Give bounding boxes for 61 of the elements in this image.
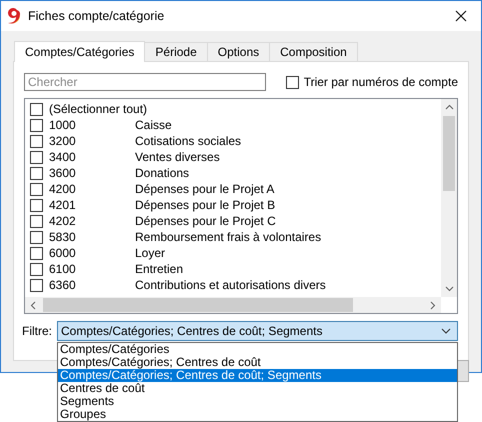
checkbox[interactable] xyxy=(30,198,43,212)
account-number[interactable]: 1000 xyxy=(49,118,129,132)
tab[interactable]: Comptes/Catégories xyxy=(14,41,146,62)
scroll-down-icon[interactable] xyxy=(444,286,454,292)
account-name[interactable]: Dépenses pour le Projet B xyxy=(135,198,276,212)
app-logo-icon xyxy=(6,7,22,25)
checkbox[interactable] xyxy=(30,134,43,148)
account-name[interactable]: Dépenses pour le Projet A xyxy=(135,182,274,196)
scroll-left-icon[interactable] xyxy=(30,300,36,310)
checkbox[interactable] xyxy=(30,166,43,180)
checkbox[interactable] xyxy=(30,118,43,132)
horizontal-scrollbar[interactable] xyxy=(25,297,441,313)
scroll-up-icon[interactable] xyxy=(444,104,454,110)
account-name[interactable]: Dépenses pour le Projet C xyxy=(135,214,276,228)
checkbox[interactable] xyxy=(30,214,43,228)
account-number[interactable]: 6100 xyxy=(49,262,129,276)
account-name[interactable]: Loyer xyxy=(135,246,166,260)
dropdown-option[interactable]: Groupes xyxy=(58,408,457,421)
filter-label: Filtre: xyxy=(22,324,52,338)
checkbox[interactable] xyxy=(30,182,43,196)
account-number[interactable]: 5830 xyxy=(49,230,129,244)
search-field[interactable]: Chercher xyxy=(24,73,266,91)
filter-dropdown[interactable]: Comptes/Catégories; Centres de coût; Segments xyxy=(57,321,458,341)
close-icon[interactable] xyxy=(455,10,467,22)
account-name[interactable]: Cotisations sociales xyxy=(135,134,242,148)
checkbox-label[interactable]: Trier par numéros de compte xyxy=(304,75,458,89)
checkbox[interactable] xyxy=(30,230,43,244)
chevron-down-icon[interactable] xyxy=(441,328,451,334)
window-title: Fiches compte/catégorie xyxy=(28,9,166,23)
checkbox[interactable] xyxy=(30,246,43,260)
account-number[interactable]: 6000 xyxy=(49,246,129,260)
account-number[interactable]: 3400 xyxy=(49,150,129,164)
select-all-label[interactable]: (Sélectionner tout) xyxy=(49,102,148,116)
account-name[interactable]: Contributions et autorisations divers xyxy=(135,278,326,292)
scroll-thumb[interactable] xyxy=(43,298,353,312)
account-number[interactable]: 3600 xyxy=(49,166,129,180)
account-name[interactable]: Donations xyxy=(135,166,190,180)
vertical-scrollbar[interactable] xyxy=(441,99,457,297)
checkbox[interactable] xyxy=(30,262,43,276)
checkbox[interactable] xyxy=(286,76,299,88)
account-number[interactable]: 3200 xyxy=(49,134,129,148)
tab[interactable]: Options xyxy=(206,42,270,61)
account-number[interactable]: 4201 xyxy=(49,198,129,212)
account-name[interactable]: Remboursement frais à volontaires xyxy=(135,230,322,244)
dropdown-option[interactable]: Centres de coût xyxy=(58,382,457,395)
account-number[interactable]: 4202 xyxy=(49,214,129,228)
account-name[interactable]: Caisse xyxy=(135,118,172,132)
tab[interactable]: Composition xyxy=(269,42,358,61)
checkbox[interactable] xyxy=(30,278,43,292)
account-name[interactable]: Ventes diverses xyxy=(135,150,220,164)
account-name[interactable]: Entretien xyxy=(135,262,184,276)
scroll-right-icon[interactable] xyxy=(430,300,436,310)
dropdown-option[interactable]: Comptes/Catégories; Centres de coût; Segments xyxy=(58,369,457,382)
checkbox[interactable] xyxy=(30,150,43,164)
scroll-thumb[interactable] xyxy=(443,116,455,191)
dropdown-option[interactable]: Comptes/Catégories; Centres de coût xyxy=(58,356,457,369)
account-number[interactable]: 6360 xyxy=(49,278,129,292)
dropdown-option[interactable]: Comptes/Catégories xyxy=(58,343,457,356)
checkbox[interactable] xyxy=(30,102,43,116)
dropdown-option[interactable]: Segments xyxy=(58,395,457,408)
account-number[interactable]: 4200 xyxy=(49,182,129,196)
